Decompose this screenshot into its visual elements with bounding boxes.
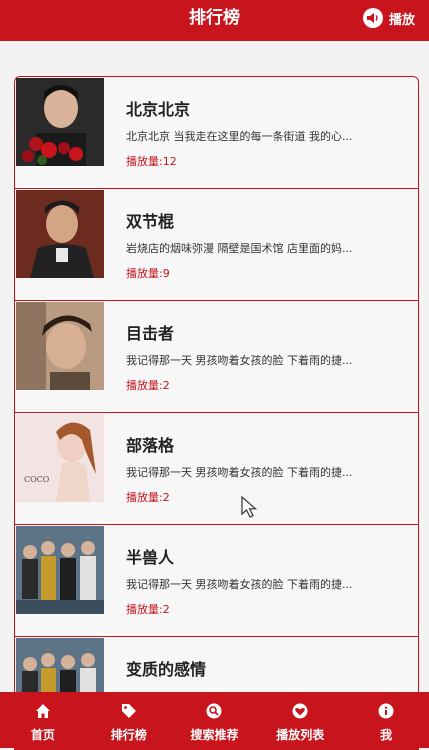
nav-ranking[interactable]: 排行榜 bbox=[86, 692, 172, 748]
album-cover bbox=[16, 78, 104, 166]
song-item[interactable]: 双节棍 岩烧店的烟味弥漫 隔壁是国术馆 店里面的妈... 播放量:9 bbox=[15, 189, 418, 301]
nav-me[interactable]: 我 bbox=[343, 692, 429, 748]
song-item[interactable]: 北京北京 北京北京 当我走在这里的每一条街道 我的心... 播放量:12 bbox=[15, 77, 418, 189]
play-label: 播放 bbox=[388, 12, 415, 28]
song-title: 目击者 bbox=[126, 324, 175, 343]
song-title: 部落格 bbox=[126, 436, 175, 455]
play-count: 播放量:12 bbox=[126, 155, 177, 168]
song-title: 半兽人 bbox=[126, 548, 175, 567]
play-count: 播放量:2 bbox=[126, 491, 170, 504]
album-cover bbox=[16, 302, 104, 390]
heart-icon bbox=[291, 702, 309, 720]
nav-playlist-label: 播放列表 bbox=[276, 728, 325, 742]
song-lyrics-preview: 北京北京 当我走在这里的每一条街道 我的心... bbox=[126, 130, 353, 143]
album-cover bbox=[16, 526, 104, 614]
nav-home-label: 首页 bbox=[30, 728, 55, 742]
play-count: 播放量:2 bbox=[126, 603, 170, 616]
album-cover bbox=[16, 190, 104, 278]
album-art-text: COCO bbox=[24, 475, 50, 484]
mouse-cursor-icon bbox=[241, 496, 258, 518]
play-button[interactable]: 播放 bbox=[362, 6, 415, 30]
song-lyrics-preview: 我记得那一天 男孩吻着女孩的脸 下着雨的捷... bbox=[126, 466, 353, 479]
speaker-icon bbox=[362, 8, 383, 28]
song-lyrics-preview: 我记得那一天 男孩吻着女孩的脸 下着雨的捷... bbox=[126, 578, 353, 591]
song-title: 变质的感情 bbox=[126, 660, 207, 679]
nav-me-label: 我 bbox=[380, 728, 393, 742]
play-count: 播放量:9 bbox=[126, 267, 170, 280]
tag-icon bbox=[120, 702, 138, 720]
top-bar: 排行榜 播放 bbox=[0, 0, 429, 41]
search-icon bbox=[205, 702, 223, 720]
song-item[interactable]: 目击者 我记得那一天 男孩吻着女孩的脸 下着雨的捷... 播放量:2 bbox=[15, 301, 418, 413]
home-icon bbox=[34, 702, 52, 720]
nav-playlist[interactable]: 播放列表 bbox=[257, 692, 343, 748]
nav-search[interactable]: 搜索推荐 bbox=[172, 692, 258, 748]
song-lyrics-preview: 我记得那一天 男孩吻着女孩的脸 下着雨的捷... bbox=[126, 354, 353, 367]
album-cover: COCO bbox=[16, 414, 104, 502]
nav-ranking-label: 排行榜 bbox=[110, 728, 147, 742]
song-list: 北京北京 北京北京 当我走在这里的每一条街道 我的心... 播放量:12 双节棍… bbox=[14, 76, 419, 750]
bottom-nav: 首页 排行榜 搜索推荐 播放列表 我 bbox=[0, 692, 429, 748]
song-item[interactable]: 半兽人 我记得那一天 男孩吻着女孩的脸 下着雨的捷... 播放量:2 bbox=[15, 525, 418, 637]
nav-home[interactable]: 首页 bbox=[0, 692, 86, 748]
song-item[interactable]: COCO 部落格 我记得那一天 男孩吻着女孩的脸 下着雨的捷... 播放量:2 bbox=[15, 413, 418, 525]
info-icon bbox=[377, 702, 395, 720]
song-title: 北京北京 bbox=[126, 100, 191, 119]
play-count: 播放量:2 bbox=[126, 379, 170, 392]
song-title: 双节棍 bbox=[126, 212, 175, 231]
nav-search-label: 搜索推荐 bbox=[190, 728, 239, 742]
song-lyrics-preview: 岩烧店的烟味弥漫 隔壁是国术馆 店里面的妈... bbox=[126, 242, 353, 255]
